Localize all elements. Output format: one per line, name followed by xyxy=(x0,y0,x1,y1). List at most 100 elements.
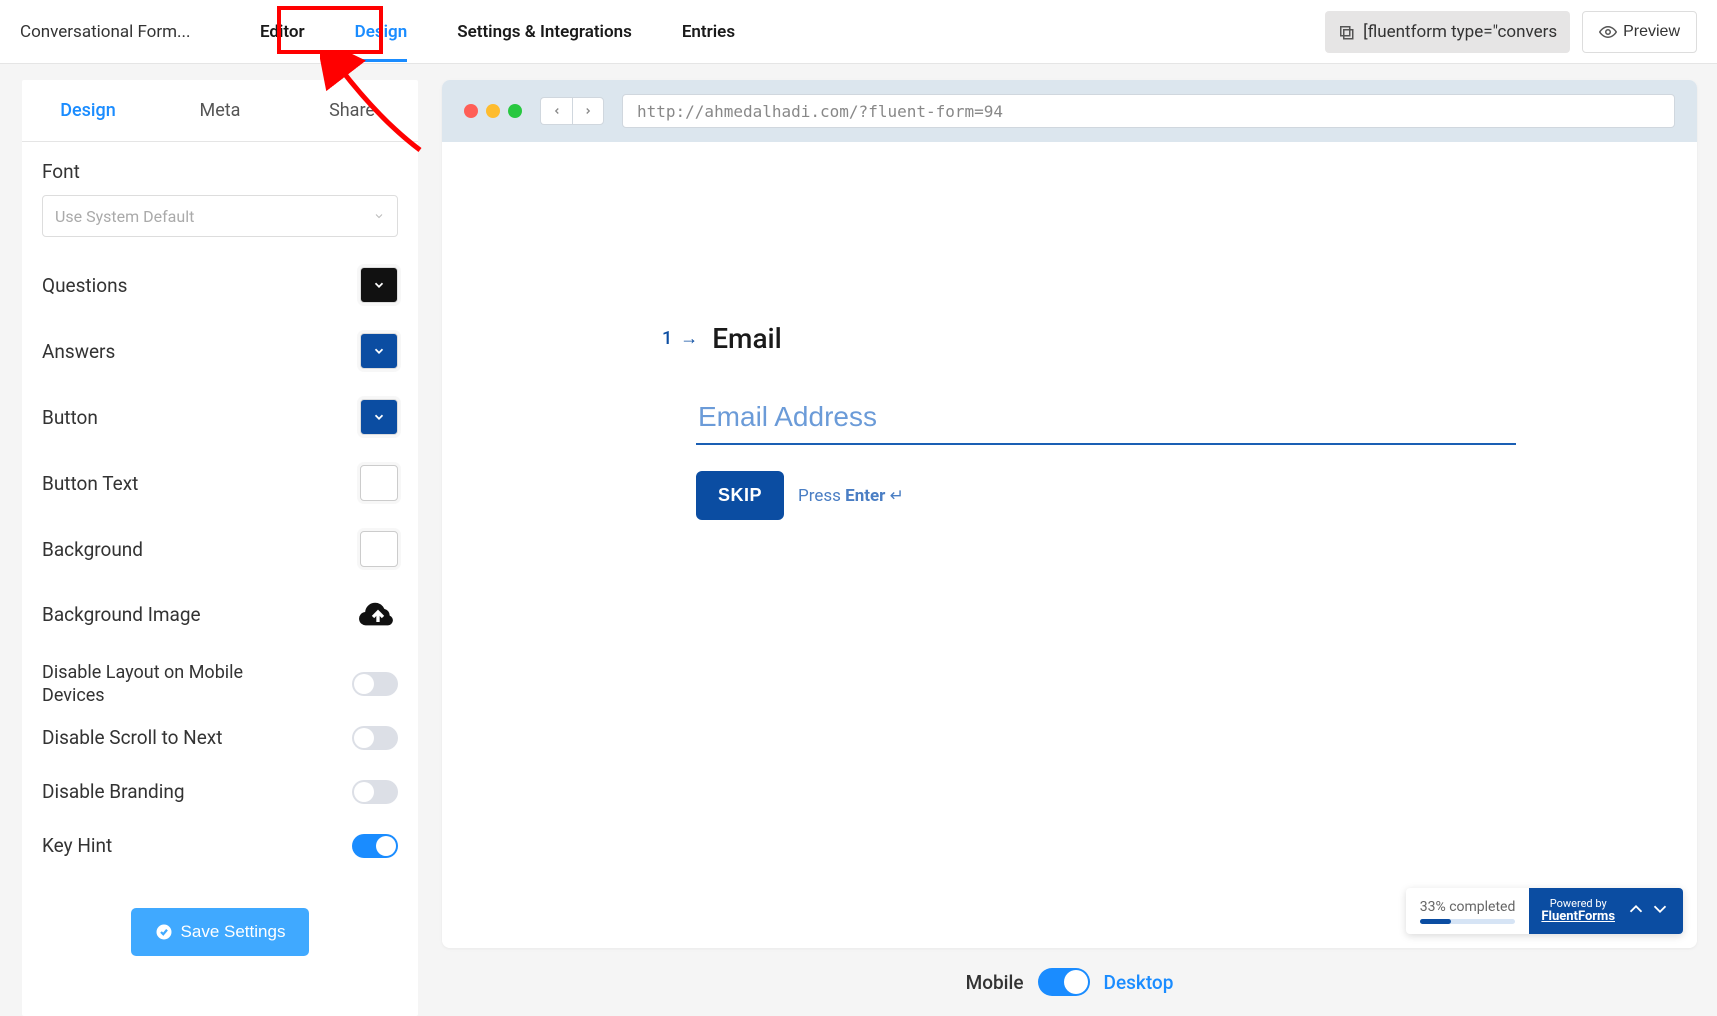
font-select[interactable]: Use System Default xyxy=(42,195,398,237)
background-image-label: Background Image xyxy=(42,603,201,626)
chevron-down-icon xyxy=(372,410,386,424)
question-header: 1 → Email xyxy=(662,322,1482,355)
progress-fill xyxy=(1420,919,1452,924)
progress-right: Powered by FluentForms xyxy=(1529,888,1683,934)
cloud-upload-icon xyxy=(358,597,398,627)
setting-button: Button xyxy=(42,399,398,435)
disable-scroll-next-toggle[interactable] xyxy=(352,726,398,750)
form-title: Conversational Form... xyxy=(20,22,205,42)
traffic-light-minimize-icon xyxy=(486,104,500,118)
topbar-right: [fluentform type="convers Preview xyxy=(1325,11,1697,53)
setting-answers: Answers xyxy=(42,333,398,369)
sidebar-tab-design[interactable]: Design xyxy=(22,80,154,141)
save-settings-button[interactable]: Save Settings xyxy=(131,908,310,956)
question-area: 1 → Email SKIP Press Enter ↵ xyxy=(662,322,1482,520)
preview-button[interactable]: Preview xyxy=(1582,11,1697,53)
disable-branding-toggle[interactable] xyxy=(352,780,398,804)
device-toggle[interactable] xyxy=(1038,968,1090,996)
powered-by[interactable]: Powered by FluentForms xyxy=(1541,898,1615,924)
progress-bar: 33% completed Powered by FluentForms xyxy=(1406,888,1683,934)
tab-entries[interactable]: Entries xyxy=(657,2,760,62)
disable-layout-mobile-label: Disable Layout on Mobile Devices xyxy=(42,661,272,708)
device-mobile-label[interactable]: Mobile xyxy=(966,971,1024,994)
disable-scroll-next-label: Disable Scroll to Next xyxy=(42,726,222,749)
question-title: Email xyxy=(712,322,782,355)
check-circle-icon xyxy=(155,923,173,941)
preview-button-label: Preview xyxy=(1623,23,1680,41)
device-toggle-row: Mobile Desktop xyxy=(442,948,1697,1016)
prev-question-button[interactable] xyxy=(1625,898,1647,924)
browser-chrome: http://ahmedalhadi.com/?fluent-form=94 xyxy=(442,80,1697,142)
device-desktop-label[interactable]: Desktop xyxy=(1104,971,1174,994)
traffic-light-maximize-icon xyxy=(508,104,522,118)
setting-background-image: Background Image xyxy=(42,597,398,631)
powered-by-brand: FluentForms xyxy=(1541,910,1615,924)
topbar-tabs: Editor Design Settings & Integrations En… xyxy=(235,2,760,62)
preview-panel: http://ahmedalhadi.com/?fluent-form=94 1… xyxy=(442,80,1697,1016)
tab-design[interactable]: Design xyxy=(330,2,433,62)
sidebar-tab-meta[interactable]: Meta xyxy=(154,80,286,141)
next-question-button[interactable] xyxy=(1649,898,1671,924)
key-hint-text: Press Enter ↵ xyxy=(798,486,904,506)
topbar: Conversational Form... Editor Design Set… xyxy=(0,0,1717,64)
browser-forward-button[interactable] xyxy=(572,97,604,125)
background-color-swatch[interactable] xyxy=(360,531,398,567)
button-row: SKIP Press Enter ↵ xyxy=(696,471,1482,520)
chevron-left-icon xyxy=(552,105,562,117)
key-hint-toggle[interactable] xyxy=(352,834,398,858)
disable-layout-mobile-toggle[interactable] xyxy=(352,672,398,696)
sidebar-tabs: Design Meta Share xyxy=(22,80,418,142)
setting-disable-layout-mobile: Disable Layout on Mobile Devices xyxy=(42,661,398,708)
traffic-lights xyxy=(464,104,522,118)
answers-color-swatch[interactable] xyxy=(360,333,398,369)
chevron-down-icon xyxy=(372,278,386,292)
setting-disable-scroll-next: Disable Scroll to Next xyxy=(42,726,398,750)
email-input[interactable] xyxy=(696,395,1516,445)
browser-back-button[interactable] xyxy=(540,97,572,125)
save-settings-label: Save Settings xyxy=(181,922,286,942)
arrow-right-icon: → xyxy=(680,328,698,349)
font-label: Font xyxy=(42,160,398,183)
shortcode-box[interactable]: [fluentform type="convers xyxy=(1325,11,1570,53)
upload-image-button[interactable] xyxy=(358,597,398,631)
progress-track xyxy=(1420,919,1516,924)
sidebar: Design Meta Share Font Use System Defaul… xyxy=(22,80,418,1016)
setting-button-text: Button Text xyxy=(42,465,398,501)
traffic-light-close-icon xyxy=(464,104,478,118)
chevron-down-icon xyxy=(373,210,385,222)
answers-label: Answers xyxy=(42,340,115,363)
progress-text: 33% completed xyxy=(1420,899,1516,915)
browser-mock: http://ahmedalhadi.com/?fluent-form=94 1… xyxy=(442,80,1697,948)
button-color-swatch[interactable] xyxy=(360,399,398,435)
shortcode-text: [fluentform type="convers xyxy=(1363,22,1557,42)
key-hint-label: Key Hint xyxy=(42,834,112,857)
main-area: Design Meta Share Font Use System Defaul… xyxy=(0,64,1717,1016)
question-number: 1 xyxy=(662,328,672,349)
skip-button[interactable]: SKIP xyxy=(696,471,784,520)
save-row: Save Settings xyxy=(42,888,398,986)
url-bar[interactable]: http://ahmedalhadi.com/?fluent-form=94 xyxy=(622,94,1675,128)
pagination-arrows xyxy=(1625,898,1671,924)
progress-left: 33% completed xyxy=(1406,888,1530,934)
questions-color-swatch[interactable] xyxy=(360,267,398,303)
setting-background: Background xyxy=(42,531,398,567)
tab-editor[interactable]: Editor xyxy=(235,2,330,62)
setting-key-hint: Key Hint xyxy=(42,834,398,858)
chevron-down-icon xyxy=(372,344,386,358)
setting-questions: Questions xyxy=(42,267,398,303)
chevron-right-icon xyxy=(583,105,593,117)
browser-nav-arrows xyxy=(540,97,604,125)
eye-icon xyxy=(1599,23,1617,41)
setting-disable-branding: Disable Branding xyxy=(42,780,398,804)
browser-body: 1 → Email SKIP Press Enter ↵ 33% compl xyxy=(442,142,1697,948)
sidebar-tab-share[interactable]: Share xyxy=(286,80,418,141)
tab-settings-integrations[interactable]: Settings & Integrations xyxy=(432,2,657,62)
disable-branding-label: Disable Branding xyxy=(42,780,185,803)
background-label: Background xyxy=(42,538,143,561)
button-text-label: Button Text xyxy=(42,472,138,495)
questions-label: Questions xyxy=(42,274,127,297)
button-label: Button xyxy=(42,406,98,429)
chevron-up-icon xyxy=(1625,898,1647,920)
url-text: http://ahmedalhadi.com/?fluent-form=94 xyxy=(637,102,1003,121)
button-text-color-swatch[interactable] xyxy=(360,465,398,501)
